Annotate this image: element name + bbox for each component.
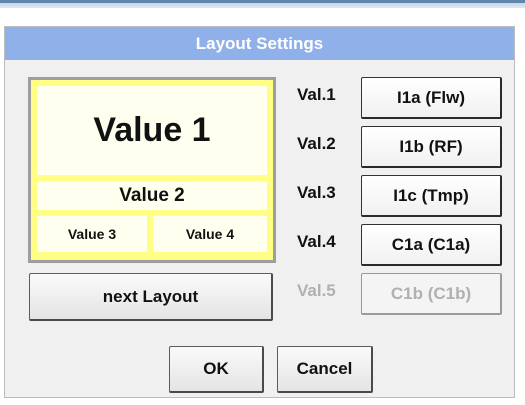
ok-button[interactable]: OK [169,346,264,393]
preview-value-2: Value 2 [37,181,267,210]
val-5-label: Val.5 [297,281,336,300]
layout-settings-dialog: Layout Settings Value 1 Value 2 Value 3 … [4,26,515,398]
cancel-button[interactable]: Cancel [277,346,373,393]
preview-value-4: Value 4 [153,216,267,252]
val-3-label: Val.3 [297,183,336,202]
layout-preview: Value 1 Value 2 Value 3 Value 4 [28,77,276,263]
dialog-title: Layout Settings [5,27,514,60]
val-4-channel-button[interactable]: C1a (C1a) [361,224,502,266]
val-2-label: Val.2 [297,134,336,153]
next-layout-button[interactable]: next Layout [29,273,273,321]
val-3-channel-button[interactable]: I1c (Tmp) [361,175,502,217]
val-5-channel-button: C1b (C1b) [361,273,502,315]
preview-value-1: Value 1 [37,86,267,175]
val-1-channel-button[interactable]: I1a (Flw) [361,77,502,119]
window-top-border [0,0,525,8]
preview-value-3: Value 3 [37,216,147,252]
val-1-label: Val.1 [297,85,336,104]
val-4-label: Val.4 [297,232,336,251]
val-2-channel-button[interactable]: I1b (RF) [361,126,502,168]
